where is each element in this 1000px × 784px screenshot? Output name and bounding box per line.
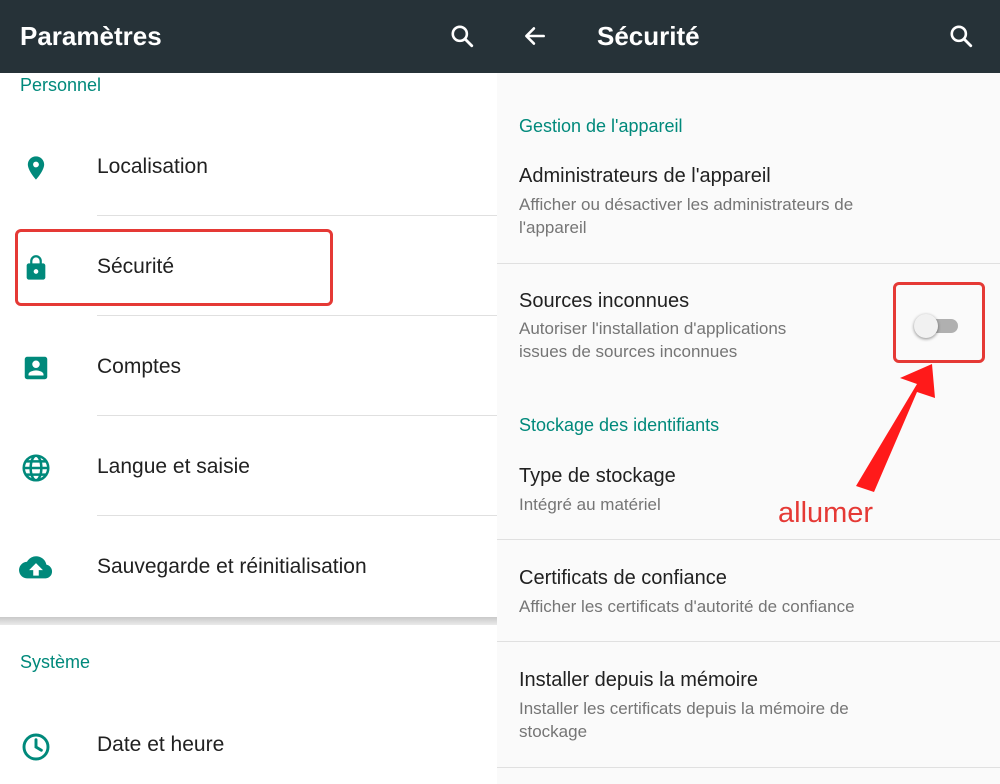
annotation-label: allumer	[778, 497, 874, 529]
annotation-arrow	[856, 364, 935, 492]
arrow-shape	[856, 364, 935, 492]
